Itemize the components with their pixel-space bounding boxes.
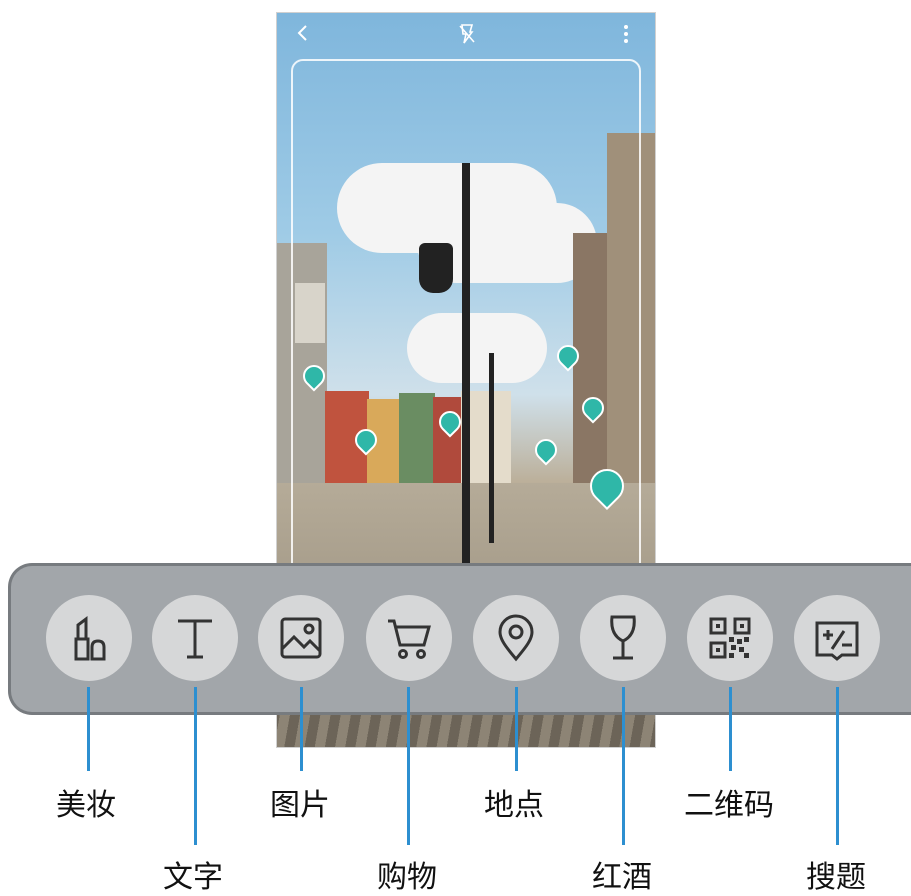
label-image: 图片 (270, 788, 330, 823)
mode-button-shopping[interactable] (366, 595, 452, 681)
image-icon (280, 617, 322, 659)
label-homework: 搜题 (806, 860, 866, 895)
label-text: 文字 (163, 860, 223, 895)
qr-code-icon (709, 617, 751, 659)
flash-icon[interactable] (457, 23, 477, 45)
leader-line-wine (622, 687, 625, 845)
leader-line-homework (836, 687, 839, 845)
label-qr: 二维码 (684, 788, 774, 823)
math-book-icon (815, 621, 859, 661)
camera-top-bar (277, 13, 655, 53)
mode-button-place[interactable] (473, 595, 559, 681)
mode-button-qr[interactable] (687, 595, 773, 681)
mode-button-homework[interactable] (794, 595, 880, 681)
leader-line-makeup (87, 687, 90, 771)
label-shopping: 购物 (377, 860, 437, 895)
leader-line-shopping (407, 687, 410, 845)
back-icon[interactable] (293, 23, 313, 43)
leader-line-text (194, 687, 197, 845)
more-options-icon[interactable] (621, 23, 631, 45)
label-place: 地点 (484, 788, 544, 823)
mode-button-image[interactable] (258, 595, 344, 681)
mode-button-text[interactable] (152, 595, 238, 681)
scan-frame (291, 59, 641, 579)
label-makeup: 美妆 (56, 788, 116, 823)
location-pin-icon (498, 614, 534, 662)
leader-line-place (515, 687, 518, 771)
lipstick-icon (74, 616, 106, 661)
wine-glass-icon (610, 615, 636, 660)
bixby-vision-mode-bar (8, 563, 911, 715)
mode-button-makeup[interactable] (46, 595, 132, 681)
leader-line-qr (729, 687, 732, 771)
label-wine: 红酒 (592, 860, 652, 895)
mode-button-wine[interactable] (580, 595, 666, 681)
shopping-cart-icon (388, 619, 431, 659)
leader-line-image (300, 687, 303, 771)
text-icon (178, 619, 212, 659)
